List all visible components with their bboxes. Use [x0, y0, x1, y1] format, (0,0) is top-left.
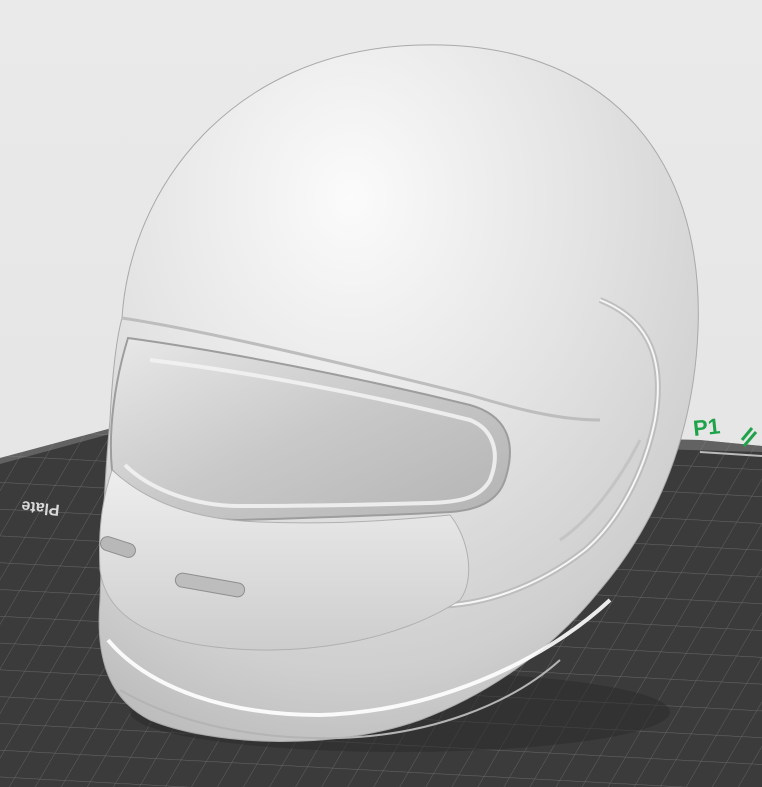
printer-model-label: P1 [692, 413, 721, 441]
printer-label-glyph [740, 427, 758, 447]
3d-viewport[interactable]: Plate P1 [0, 0, 762, 787]
scene-canvas: Plate P1 [0, 44, 762, 787]
